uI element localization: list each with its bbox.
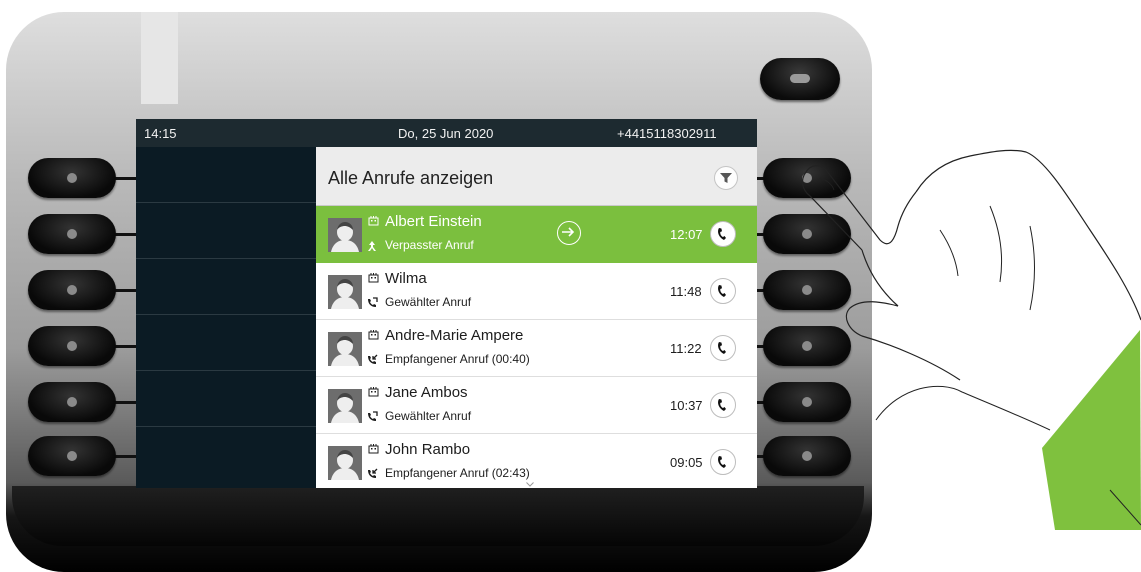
left-softkey-3[interactable] xyxy=(28,270,116,310)
call-time: 11:48 xyxy=(670,284,702,299)
contact-avatar xyxy=(328,275,362,309)
key-indicator xyxy=(67,173,77,183)
contact-name: Jane Ambos xyxy=(385,384,468,401)
phone-handset-icon xyxy=(718,342,726,354)
left-label-slot[interactable] xyxy=(136,315,316,371)
office-icon xyxy=(368,444,379,454)
filter-icon xyxy=(720,173,732,183)
left-softkey-4[interactable] xyxy=(28,326,116,366)
status-date: Do, 25 Jun 2020 xyxy=(398,126,494,141)
status-phone-number: +4415118302911 xyxy=(617,126,717,141)
left-softkey-labels xyxy=(136,147,316,488)
led-strip xyxy=(141,12,178,104)
arrow-right-icon xyxy=(562,227,575,237)
call-list-item[interactable]: Jane Ambos Gewählter Anruf 10:37 xyxy=(316,377,757,434)
left-label-slot[interactable] xyxy=(136,203,316,259)
missed-call-icon xyxy=(366,239,378,251)
incoming-call-icon xyxy=(366,353,378,365)
call-list-item[interactable]: Wilma Gewählter Anruf 11:48 xyxy=(316,263,757,320)
call-type: Gewählter Anruf xyxy=(385,295,472,309)
call-button[interactable] xyxy=(710,449,736,475)
left-softkey-1[interactable] xyxy=(28,158,116,198)
left-label-slot[interactable] xyxy=(136,147,316,203)
phone-base xyxy=(12,486,864,546)
office-icon xyxy=(368,273,379,283)
contact-name: Andre-Marie Ampere xyxy=(385,327,524,344)
phone-handset-icon xyxy=(718,456,726,468)
call-list-item[interactable]: Albert Einstein Verpasster Anruf 12:07 xyxy=(316,206,757,263)
left-softkey-2[interactable] xyxy=(28,214,116,254)
call-time: 10:37 xyxy=(670,398,703,413)
left-label-slot[interactable] xyxy=(136,259,316,315)
key-indicator xyxy=(67,397,77,407)
contact-name: John Rambo xyxy=(385,441,471,458)
filter-button[interactable] xyxy=(714,166,738,190)
scroll-down-indicator xyxy=(526,482,534,487)
call-list-panel: Alle Anrufe anzeigen Albert Einstein Verp… xyxy=(316,147,757,488)
call-time: 11:22 xyxy=(670,341,702,356)
contact-avatar xyxy=(328,218,362,252)
call-button[interactable] xyxy=(710,278,736,304)
left-label-slot[interactable] xyxy=(136,427,316,482)
key-indicator xyxy=(67,451,77,461)
outgoing-call-icon xyxy=(366,410,378,422)
contact-avatar xyxy=(328,446,362,480)
status-bar: 14:15 Do, 25 Jun 2020 +4415118302911 xyxy=(136,119,757,147)
key-indicator xyxy=(67,285,77,295)
call-list-item[interactable]: John Rambo Empfangener Anruf (02:43) 09:05 xyxy=(316,434,757,488)
office-icon xyxy=(368,330,379,340)
call-time: 12:07 xyxy=(670,227,703,242)
forward-arrow-button[interactable] xyxy=(557,221,581,245)
page-title: Alle Anrufe anzeigen xyxy=(328,168,494,188)
contact-name: Wilma xyxy=(385,270,427,287)
call-button[interactable] xyxy=(710,392,736,418)
call-list-header: Alle Anrufe anzeigen xyxy=(316,147,757,206)
key-indicator xyxy=(790,74,810,83)
phone-handset-icon xyxy=(718,399,726,411)
outgoing-call-icon xyxy=(366,296,378,308)
call-type: Gewählter Anruf xyxy=(385,409,472,423)
contact-name: Albert Einstein xyxy=(385,213,482,230)
call-button[interactable] xyxy=(710,335,736,361)
left-softkey-5[interactable] xyxy=(28,382,116,422)
key-indicator xyxy=(67,341,77,351)
left-label-slot[interactable] xyxy=(136,371,316,427)
phone-handset-icon xyxy=(718,285,726,297)
call-type: Empfangener Anruf (02:43) xyxy=(385,466,530,480)
call-time: 09:05 xyxy=(670,455,703,470)
phone-display: 14:15 Do, 25 Jun 2020 +4415118302911 All… xyxy=(136,119,757,488)
key-indicator xyxy=(67,229,77,239)
call-type: Verpasster Anruf xyxy=(385,238,474,252)
status-time: 14:15 xyxy=(144,126,177,141)
pointing-hand-illustration xyxy=(801,149,1141,530)
call-button[interactable] xyxy=(710,221,736,247)
office-icon xyxy=(368,387,379,397)
call-type: Empfangener Anruf (00:40) xyxy=(385,352,530,366)
top-right-key[interactable] xyxy=(760,58,840,100)
left-softkey-6[interactable] xyxy=(28,436,116,476)
incoming-call-icon xyxy=(366,467,378,479)
contact-avatar xyxy=(328,389,362,423)
phone-handset-icon xyxy=(718,228,726,240)
office-icon xyxy=(368,216,379,226)
call-list-item[interactable]: Andre-Marie Ampere Empfangener Anruf (00:… xyxy=(316,320,757,377)
contact-avatar xyxy=(328,332,362,366)
